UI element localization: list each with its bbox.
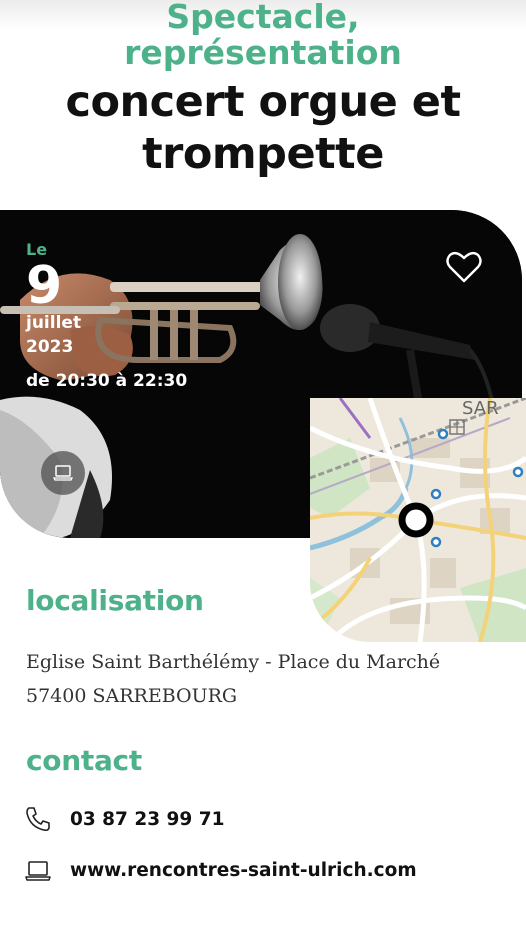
- date-day: 9: [26, 256, 63, 316]
- contact-heading: contact: [26, 744, 142, 777]
- event-time: de 20:30 à 22:30: [26, 371, 188, 391]
- address: Eglise Saint Barthélémy - Place du March…: [26, 645, 440, 713]
- laptop-icon: [53, 465, 73, 481]
- date-month: juillet: [26, 313, 82, 333]
- address-line2: 57400 SARREBOURG: [26, 685, 238, 707]
- laptop-icon: [25, 861, 51, 881]
- phone-link[interactable]: 03 87 23 99 71: [24, 805, 225, 833]
- address-line1: Eglise Saint Barthélémy - Place du March…: [26, 651, 441, 673]
- location-heading: localisation: [26, 584, 204, 617]
- heart-icon[interactable]: [446, 250, 482, 284]
- website-link[interactable]: www.rencontres-saint-ulrich.com: [24, 856, 417, 884]
- phone-icon: [26, 807, 50, 832]
- location-map[interactable]: SAR: [310, 398, 526, 642]
- category-line1: Spectacle,: [166, 0, 360, 36]
- svg-text:SAR: SAR: [462, 398, 499, 419]
- phone-number: 03 87 23 99 71: [70, 808, 225, 830]
- website-button[interactable]: [41, 451, 85, 495]
- event-title-line1: concert orgue et: [65, 77, 461, 127]
- date-year: 2023: [26, 337, 74, 357]
- event-date: Le 9 juillet 2023 de 20:30 à 22:30: [26, 240, 187, 393]
- website-url: www.rencontres-saint-ulrich.com: [70, 859, 417, 881]
- category-line2: représentation: [124, 33, 402, 72]
- event-title-line2: trompette: [142, 129, 384, 179]
